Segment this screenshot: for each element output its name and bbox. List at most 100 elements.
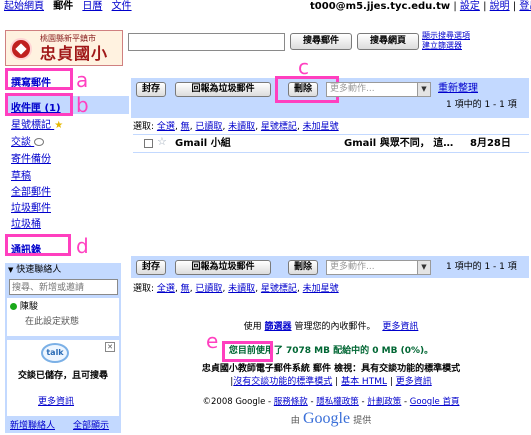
account-email: t000@m5.jjes.tyc.edu.tw xyxy=(310,1,451,12)
select-label: 選取: xyxy=(133,122,155,132)
select-row: 選取: 全選, 無, 已讀取, 未讀取, 星號標記, 未加星號 xyxy=(133,122,339,132)
message-count: 1 項中的 1 - 1 項 xyxy=(446,100,517,110)
select-starred-link[interactable]: 星號標記 xyxy=(261,122,297,132)
more-actions-dropdown[interactable]: 更多動作... ▼ xyxy=(326,82,431,97)
email-checkbox[interactable] xyxy=(144,139,153,148)
more-actions-value: 更多動作... xyxy=(330,262,375,272)
nav-docs-link[interactable]: 文件 xyxy=(112,1,132,12)
contact-item[interactable]: 陳駿 xyxy=(10,302,38,313)
report-spam-button-bottom[interactable]: 回報為垃圾郵件 xyxy=(175,260,271,275)
talk-logo-icon: talk xyxy=(41,343,69,363)
contact-status[interactable]: 在此設定狀態 xyxy=(25,317,79,328)
talk-saved-text: 交談已儲存，且可搜尋 xyxy=(17,371,108,381)
archive-button-bottom[interactable]: 封存 xyxy=(136,260,166,275)
top-nav: 起始網頁 郵件 日曆 文件 xyxy=(4,1,132,13)
contact-name: 陳駿 xyxy=(19,302,38,312)
select-starred-link[interactable]: 星號標記 xyxy=(261,284,297,294)
select-label: 選取: xyxy=(133,284,155,294)
compose-highlight xyxy=(5,68,73,90)
standard-no-chat-link[interactable]: 沒有交談功能的標準模式 xyxy=(233,377,332,387)
google-home-link[interactable]: Google 首頁 xyxy=(410,397,460,407)
sidebar-item-trash[interactable]: 垃圾桶 xyxy=(11,219,41,231)
archive-button[interactable]: 封存 xyxy=(136,82,166,97)
refresh-link[interactable]: 重新整理 xyxy=(438,83,478,95)
show-search-options-link[interactable]: 顯示搜尋選項 xyxy=(422,31,470,41)
terms-link[interactable]: 服務條款 xyxy=(274,397,308,407)
filter-text-post: 管理您的內收郵件。 xyxy=(294,322,376,332)
nav-calendar-link[interactable]: 日曆 xyxy=(82,1,102,12)
select-all-link[interactable]: 全選 xyxy=(157,122,175,132)
show-all-contacts-link[interactable]: 全部顯示 xyxy=(73,421,109,432)
new-contact-link[interactable]: 新增聯絡人 xyxy=(10,421,55,432)
email-date: 8月28日 xyxy=(470,138,511,149)
star-icon[interactable]: ☆ xyxy=(157,135,167,149)
school-logo[interactable]: 桃園縣新平鎮市 忠貞國小 xyxy=(5,30,123,66)
filter-more-info-link[interactable]: 更多資訊 xyxy=(382,322,418,332)
contacts-highlight xyxy=(5,234,71,256)
online-status-icon xyxy=(10,303,17,310)
select-none-link[interactable]: 無 xyxy=(181,284,190,294)
filter-tip: 使用 篩選器 管理您的內收郵件。 更多資訊 xyxy=(133,322,529,333)
signout-link[interactable]: 登出 xyxy=(519,1,531,12)
close-promo-icon[interactable]: ✕ xyxy=(105,342,115,352)
select-row-bottom: 選取: 全選, 無, 已讀取, 未讀取, 星號標記, 未加星號 xyxy=(133,284,339,294)
nav-home-link[interactable]: 起始網頁 xyxy=(4,1,44,12)
more-actions-dropdown-bottom[interactable]: 更多動作... ▼ xyxy=(326,260,431,275)
search-web-button[interactable]: 搜尋網頁 xyxy=(357,33,419,50)
filters-link[interactable]: 篩選器 xyxy=(265,322,292,332)
sidebar-item-all-mail[interactable]: 全部郵件 xyxy=(11,187,51,199)
powered-by: 由 Google 提供 xyxy=(133,410,529,428)
talk-more-info-link[interactable]: 更多資訊 xyxy=(38,397,74,408)
view-more-info-link[interactable]: 更多資訊 xyxy=(396,377,432,387)
quick-contacts-title: 快速聯絡人 xyxy=(16,265,62,275)
storage-usage: 您目前使用了 7078 MB 配給中的 0 MB (0%)。 xyxy=(133,346,529,357)
select-read-link[interactable]: 已讀取 xyxy=(195,284,222,294)
privacy-link[interactable]: 隱私權政策 xyxy=(316,397,359,407)
select-none-link[interactable]: 無 xyxy=(181,122,190,132)
collapse-arrow-icon: ▼ xyxy=(8,266,14,274)
sidebar-item-chats[interactable]: 交談 xyxy=(11,137,45,149)
view-mode-line: 忠貞國小教師電子郵件系統 郵件 檢視：具有交談功能的標準模式 xyxy=(201,364,461,374)
view-mode-links: |沒有交談功能的標準模式 | 基本 HTML | 更多資訊 xyxy=(230,377,432,387)
report-spam-button[interactable]: 回報為垃圾郵件 xyxy=(175,82,271,97)
quick-contacts-header[interactable]: ▼ 快速聯絡人 xyxy=(8,265,61,276)
select-all-link[interactable]: 全選 xyxy=(157,284,175,294)
nav-mail-current: 郵件 xyxy=(53,1,74,12)
sidebar-item-label: 星號標記 xyxy=(11,120,51,131)
logo-top-text: 桃園縣新平鎮市 xyxy=(40,34,96,43)
inbox-highlight xyxy=(5,93,73,116)
sidebar-item-sent[interactable]: 寄件備份 xyxy=(11,154,51,166)
annotation-e: e xyxy=(206,329,219,353)
talk-logo-text: talk xyxy=(46,348,64,357)
basic-html-link[interactable]: 基本 HTML xyxy=(341,377,387,387)
google-logo: Google xyxy=(302,410,351,427)
annotation-b: b xyxy=(76,93,89,117)
sidebar-item-starred[interactable]: 星號標記 ★ xyxy=(11,120,63,132)
message-count-bottom: 1 項中的 1 - 1 項 xyxy=(446,262,517,272)
star-icon: ★ xyxy=(54,120,64,131)
sidebar-item-spam[interactable]: 垃圾郵件 xyxy=(11,203,51,215)
logo-emblem-icon xyxy=(10,38,32,60)
search-mail-button[interactable]: 搜尋郵件 xyxy=(290,33,352,50)
dropdown-arrow-icon: ▼ xyxy=(417,261,430,274)
create-filter-link[interactable]: 建立篩選器 xyxy=(422,41,462,51)
help-link[interactable]: 說明 xyxy=(490,1,510,12)
annotation-a: a xyxy=(76,68,89,92)
program-policy-link[interactable]: 計劃政策 xyxy=(367,397,401,407)
select-unstarred-link[interactable]: 未加星號 xyxy=(303,284,339,294)
delete-button-bottom[interactable]: 刪除 xyxy=(288,260,318,275)
select-unread-link[interactable]: 未讀取 xyxy=(228,122,255,132)
contacts-search-input[interactable] xyxy=(9,279,118,295)
sidebar-item-label: 交談 xyxy=(11,137,31,148)
search-input[interactable] xyxy=(128,33,285,51)
email-subject: Gmail 與眾不同， 這… xyxy=(344,138,454,149)
sidebar-item-drafts[interactable]: 草稿 xyxy=(11,171,31,183)
select-read-link[interactable]: 已讀取 xyxy=(195,122,222,132)
logo-school-name: 忠貞國小 xyxy=(40,44,109,63)
select-unstarred-link[interactable]: 未加星號 xyxy=(303,122,339,132)
dropdown-arrow-icon: ▼ xyxy=(417,83,430,96)
select-unread-link[interactable]: 未讀取 xyxy=(228,284,255,294)
storage-highlight xyxy=(222,341,273,362)
chat-bubble-icon xyxy=(34,138,45,146)
settings-link[interactable]: 設定 xyxy=(460,1,480,12)
